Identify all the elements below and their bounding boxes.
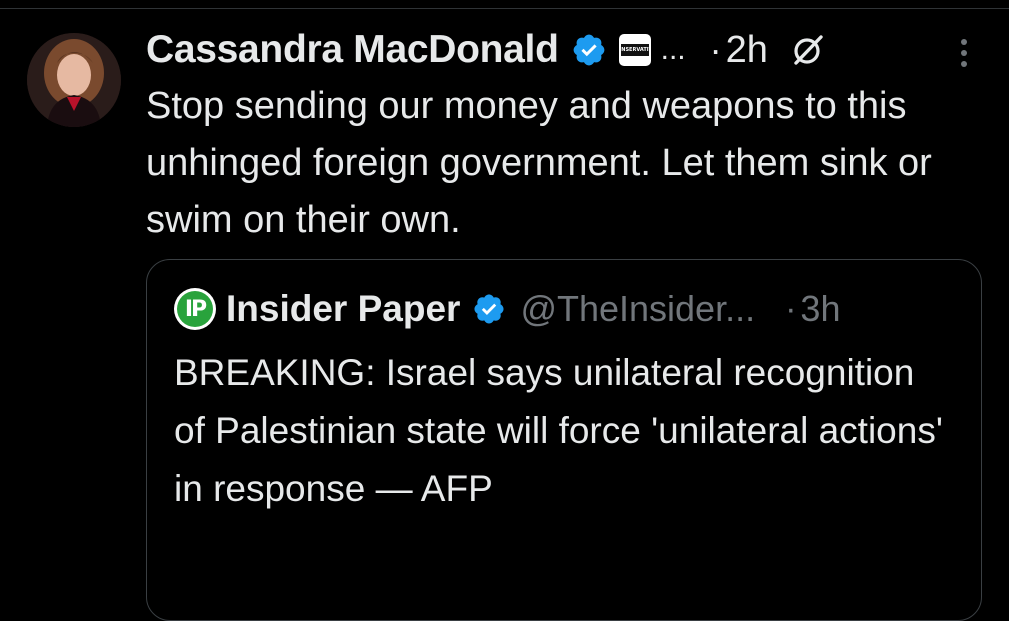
verified-badge-icon[interactable] xyxy=(571,32,607,68)
top-divider xyxy=(0,8,1009,9)
quoted-tweet-card[interactable]: IP Insider Paper @TheInsider... · 3h BRE… xyxy=(146,259,982,621)
affiliate-badge-label: CONSERVATIVE xyxy=(619,44,651,56)
affiliate-badge[interactable]: CONSERVATIVE xyxy=(618,34,651,66)
avatar-image xyxy=(27,33,121,127)
quoted-author-name: Insider Paper xyxy=(226,288,461,329)
separator-dot: · xyxy=(709,29,722,70)
tweet-text: Stop sending our money and weapons to th… xyxy=(146,85,932,241)
quoted-verified-badge-icon xyxy=(472,292,506,326)
avatar[interactable] xyxy=(27,33,121,127)
quoted-timestamp: 3h xyxy=(800,288,841,329)
quoted-tweet-text: BREAKING: Israel says unilateral recogni… xyxy=(174,352,943,509)
tweet-header: Cassandra MacDonald CONSERVATIVE ... · 2… xyxy=(146,24,826,76)
more-options-icon[interactable] xyxy=(952,36,976,76)
author-name[interactable]: Cassandra MacDonald xyxy=(146,28,559,72)
quoted-separator-dot: · xyxy=(785,289,797,328)
quoted-author-handle: @TheInsider... xyxy=(520,288,756,329)
quoted-avatar-logo: IP xyxy=(184,296,207,322)
quoted-author-avatar: IP xyxy=(174,288,216,330)
tweet-timestamp[interactable]: 2h xyxy=(726,29,768,72)
quoted-tweet-header: IP Insider Paper @TheInsider... · 3h xyxy=(174,284,840,334)
grok-icon[interactable] xyxy=(790,32,826,68)
name-truncation: ... xyxy=(660,33,686,66)
